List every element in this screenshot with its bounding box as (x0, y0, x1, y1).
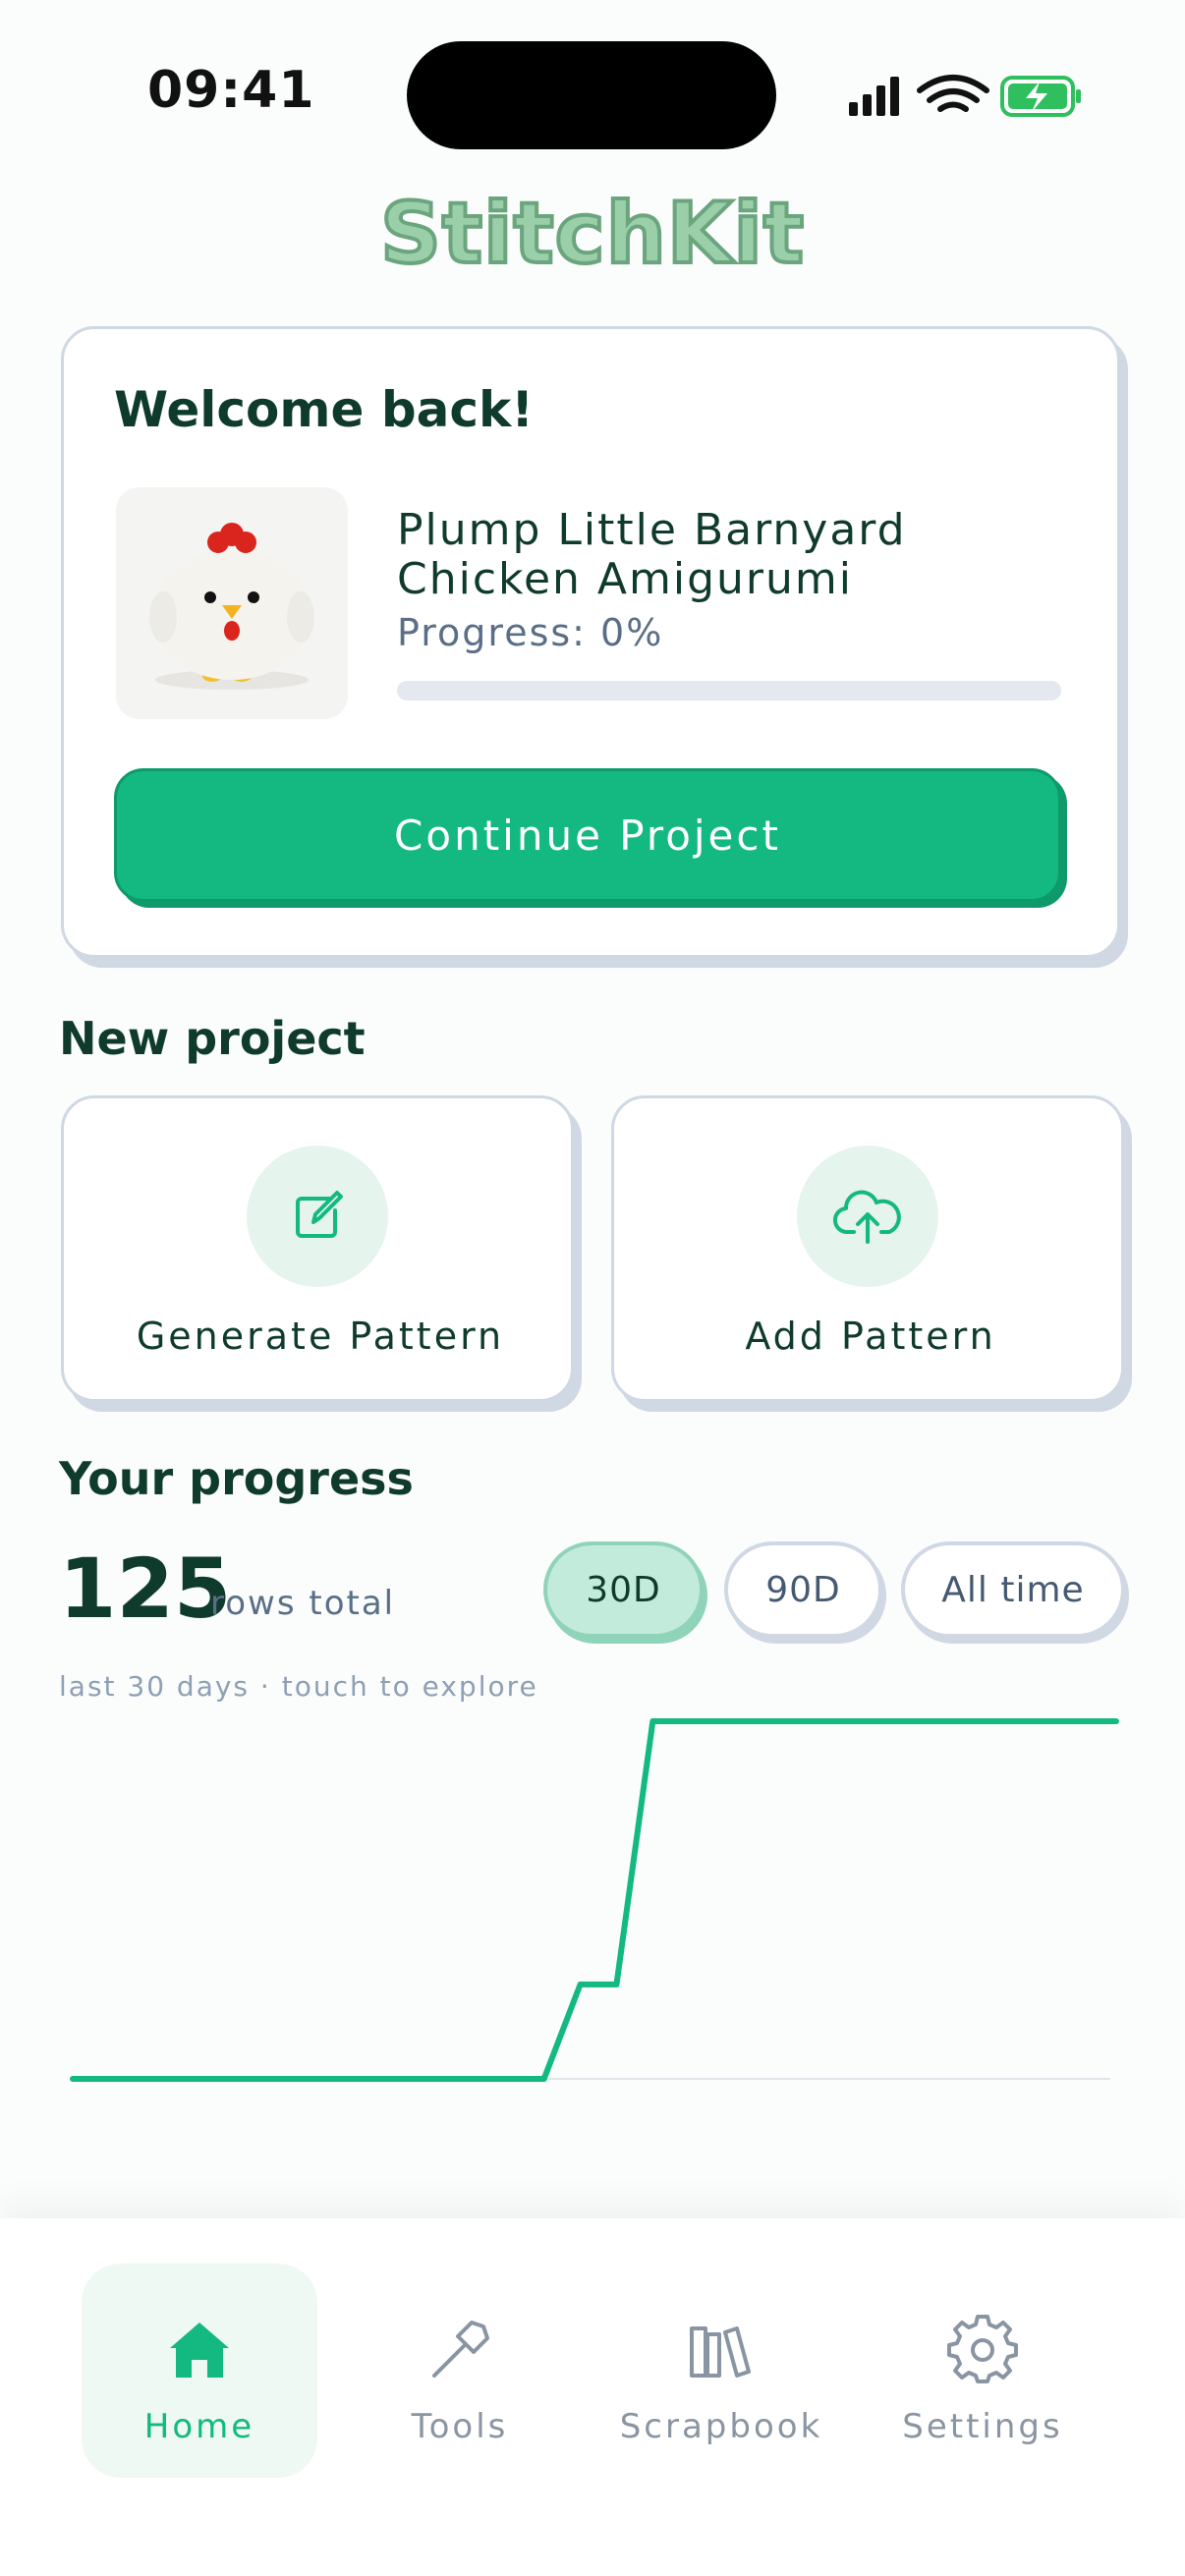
project-name: Plump Little Barnyard Chicken Amigurumi (397, 505, 907, 604)
rows-series-line (70, 1718, 1119, 2082)
hammer-icon (432, 2321, 489, 2378)
chicken-image (149, 523, 314, 690)
range-90d-chip[interactable]: 90D (724, 1541, 882, 1638)
battery-icon (1000, 76, 1081, 117)
project-progress-text: Progress: 0% (397, 611, 664, 654)
add-pattern-label: Add Pattern (745, 1315, 996, 1358)
gear-icon (947, 2315, 1018, 2383)
welcome-title: Welcome back! (114, 381, 535, 438)
app-title: StitchKit (378, 183, 806, 285)
nav-tools-label: Tools (411, 2407, 509, 2446)
progress-chart[interactable] (59, 1709, 1130, 2102)
signal-icon (849, 77, 899, 116)
project-progress-bar (397, 681, 1061, 700)
new-project-heading: New project (59, 1012, 366, 1065)
project-thumbnail[interactable] (116, 487, 348, 719)
nav-home[interactable]: Home (82, 2264, 317, 2478)
status-icons (849, 75, 1081, 117)
continue-project-button[interactable]: Continue Project (114, 768, 1061, 902)
generate-pattern-button[interactable]: Generate Pattern (61, 1095, 574, 1402)
wifi-icon (917, 75, 989, 112)
nav-settings-label: Settings (902, 2407, 1063, 2446)
nav-settings[interactable]: Settings (865, 2264, 1100, 2478)
edit-icon (296, 1191, 343, 1238)
chart-hint: last 30 days · touch to explore (59, 1670, 538, 1703)
nav-scrapbook[interactable]: Scrapbook (603, 2264, 839, 2478)
books-icon (690, 2326, 751, 2378)
range-all-time-chip[interactable]: All time (901, 1541, 1125, 1638)
add-pattern-button[interactable]: Add Pattern (611, 1095, 1124, 1402)
nav-scrapbook-label: Scrapbook (619, 2407, 823, 2446)
rows-total-value: 125 (59, 1540, 232, 1637)
cloud-upload-icon (833, 1190, 901, 1244)
status-time: 09:41 (147, 61, 315, 120)
generate-pattern-label: Generate Pattern (136, 1315, 505, 1358)
nav-tools[interactable]: Tools (342, 2264, 578, 2478)
edit-icon-badge (247, 1146, 388, 1287)
dynamic-island (407, 41, 776, 149)
range-30d-chip[interactable]: 30D (543, 1541, 704, 1638)
rows-total-label: rows total (210, 1584, 396, 1623)
upload-icon-badge (797, 1146, 938, 1287)
progress-heading: Your progress (59, 1452, 414, 1505)
home-icon (170, 2323, 229, 2378)
nav-home-label: Home (143, 2407, 255, 2446)
